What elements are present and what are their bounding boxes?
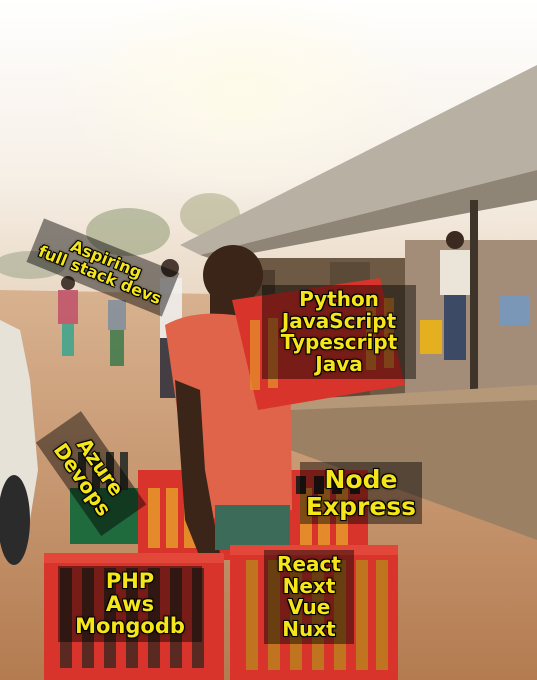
label-line: Express [305,492,417,521]
frontend-frameworks-label: React Next Vue Nuxt [264,550,354,645]
label-line: Nuxt [282,616,336,641]
backend-languages-label: Python JavaScript Typescript Java [262,285,416,380]
label-line: Next [282,573,336,598]
label-line: React [277,552,341,576]
label-line: Mongodb [75,614,185,639]
label-line: Node [324,465,398,494]
label-line: Vue [287,595,331,620]
label-line: JavaScript [281,308,397,333]
php-stack-label: PHP Aws Mongodb [58,566,202,643]
runtime-label: Node Express [300,462,422,524]
label-line: Java [315,351,363,376]
label-line: Python [299,287,379,311]
label-line: Aws [105,591,155,616]
label-line: PHP [105,569,155,593]
label-line: Typescript [280,330,398,355]
